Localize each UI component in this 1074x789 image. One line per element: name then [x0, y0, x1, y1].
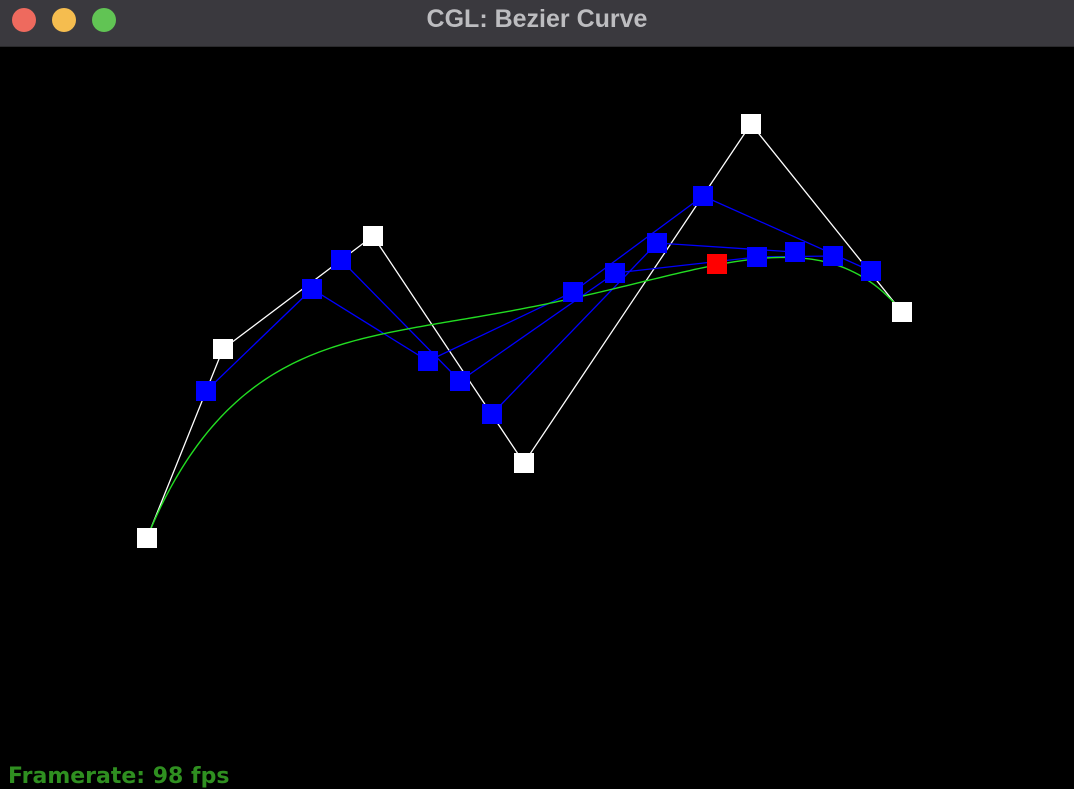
intermediate-point [450, 371, 470, 391]
intermediate-point [605, 263, 625, 283]
control-polygon [146, 122, 903, 539]
intermediate-point [861, 261, 881, 281]
intermediate-point [196, 381, 216, 401]
intermediate-point [785, 242, 805, 262]
control-point-handle[interactable] [892, 302, 912, 322]
intermediate-point [823, 246, 843, 266]
bezier-curve [146, 256, 903, 539]
evaluated-point [707, 254, 727, 274]
title-bar[interactable]: CGL: Bezier Curve [0, 0, 1074, 47]
app-window: CGL: Bezier Curve Framerate: 98 fps [0, 0, 1074, 789]
intermediate-point [563, 282, 583, 302]
window-title: CGL: Bezier Curve [426, 5, 648, 33]
control-point-handle[interactable] [514, 453, 534, 473]
control-point-handle[interactable] [741, 114, 761, 134]
intermediate-point [647, 233, 667, 253]
level-2-polyline [340, 255, 834, 382]
control-point-handle[interactable] [137, 528, 157, 548]
intermediate-point [747, 247, 767, 267]
framerate-label: Framerate: 98 fps [8, 764, 230, 789]
intermediate-point [482, 404, 502, 424]
intermediate-point [418, 351, 438, 371]
render-canvas[interactable] [0, 47, 1074, 788]
intermediate-point [331, 250, 351, 270]
intermediate-point [693, 186, 713, 206]
control-point-handle[interactable] [363, 226, 383, 246]
level-3-polyline [491, 242, 796, 415]
control-point-handle[interactable] [213, 339, 233, 359]
intermediate-point [302, 279, 322, 299]
bezier-scene[interactable] [0, 47, 1074, 788]
